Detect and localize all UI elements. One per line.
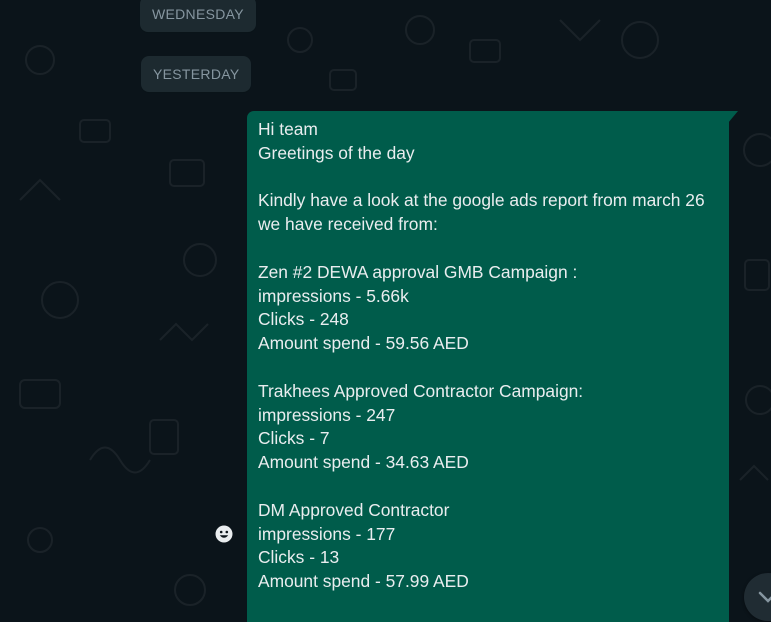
reaction-button[interactable] bbox=[210, 520, 238, 548]
outgoing-message-bubble[interactable]: Hi team Greetings of the day Kindly have… bbox=[247, 111, 738, 622]
smiley-icon bbox=[215, 525, 233, 543]
date-chip-yesterday: YESTERDAY bbox=[141, 56, 252, 92]
chat-message-area[interactable]: WEDNESDAY YESTERDAY Hi team Greetings of… bbox=[0, 0, 771, 622]
bubble-tail bbox=[728, 111, 738, 123]
chevron-down-icon bbox=[758, 591, 771, 603]
message-text: Hi team Greetings of the day Kindly have… bbox=[258, 119, 705, 592]
scroll-to-bottom-button[interactable] bbox=[744, 573, 771, 621]
date-chip-wednesday: WEDNESDAY bbox=[140, 0, 256, 32]
